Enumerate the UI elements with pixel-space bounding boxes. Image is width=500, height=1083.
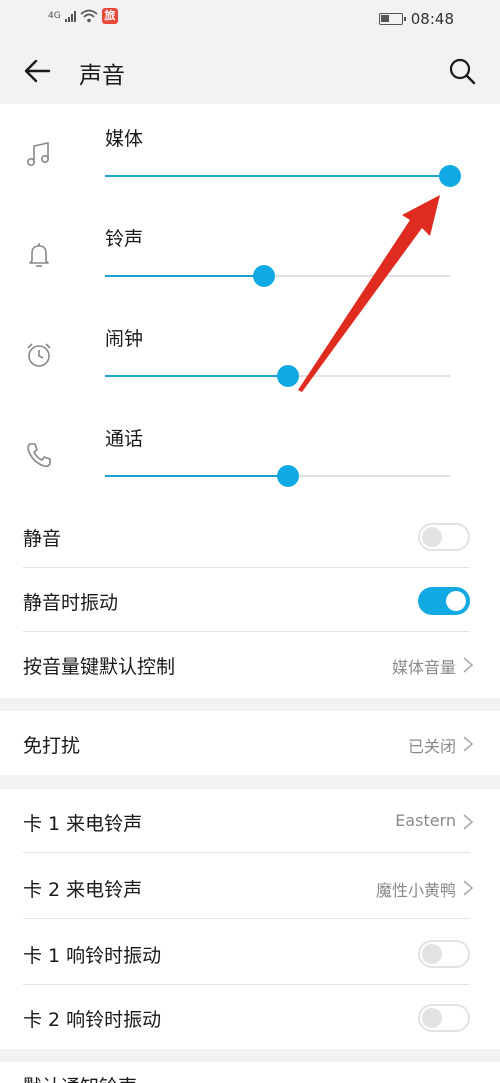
volume-key-label: 按音量键默认控制 (23, 656, 176, 678)
media-volume-slider[interactable] (105, 165, 461, 187)
volume-key-row[interactable]: 按音量键默认控制 媒体音量 (0, 632, 500, 696)
toggle-knob (422, 527, 442, 547)
clock: 08:48 (410, 10, 454, 28)
ringtone-volume-slider[interactable] (105, 265, 450, 287)
toggle-knob (422, 1008, 442, 1028)
alarm-clock-icon (27, 343, 51, 367)
media-volume-label: 媒体 (105, 128, 144, 150)
default-notification-label[interactable]: 默认通知铃声 (23, 1072, 137, 1083)
volume-key-value: 媒体音量 (391, 658, 456, 677)
sim2-ringtone-value: 魔性小黄鸭 (375, 881, 456, 900)
sim1-vibrate-row[interactable]: 卡 1 响铃时振动 (0, 921, 500, 985)
slider-thumb[interactable] (276, 465, 299, 487)
chevron-right-icon (463, 657, 474, 673)
call-volume-slider[interactable] (105, 465, 450, 487)
sim1-vibrate-toggle[interactable] (418, 940, 470, 968)
vibrate-on-mute-toggle[interactable] (418, 587, 470, 615)
slider-fill (105, 275, 264, 277)
slider-thumb[interactable] (252, 265, 275, 287)
sim2-ringtone-label: 卡 2 来电铃声 (23, 879, 143, 901)
divider (23, 918, 470, 919)
sim1-vibrate-label: 卡 1 响铃时振动 (23, 945, 162, 967)
vibrate-on-mute-label: 静音时振动 (23, 592, 119, 614)
phone-icon (27, 443, 51, 468)
network-type: 4G (48, 11, 61, 21)
music-note-icon (26, 142, 49, 166)
volume-row-alarm: 闹钟 (0, 324, 500, 424)
bell-icon (29, 243, 49, 267)
toggle-knob (422, 944, 442, 964)
status-left: 4G 旅 (48, 8, 118, 24)
divider (23, 852, 470, 853)
sim1-ringtone-value: Eastern (395, 811, 456, 830)
volume-row-media: 媒体 (0, 124, 500, 224)
slider-fill (105, 475, 288, 477)
chevron-right-icon (463, 736, 474, 752)
sim2-vibrate-toggle[interactable] (418, 1004, 470, 1032)
slider-fill (105, 175, 450, 177)
volume-card: 媒体 铃声 闹钟 通话 静音 静音时振动 按音量键默认控制 媒体音量 (0, 104, 500, 698)
dnd-row[interactable]: 免打扰 已关闭 (0, 711, 500, 775)
ringtone-card: 卡 1 来电铃声 Eastern 卡 2 来电铃声 魔性小黄鸭 卡 1 响铃时振… (0, 789, 500, 1049)
volume-row-ringtone: 铃声 (0, 224, 500, 324)
back-arrow-icon[interactable] (22, 56, 52, 86)
toggle-knob (446, 591, 466, 611)
alarm-volume-label: 闹钟 (105, 328, 144, 350)
sim2-ringtone-row[interactable]: 卡 2 来电铃声 魔性小黄鸭 (0, 855, 500, 919)
notification-card: 默认通知铃声 (0, 1062, 500, 1083)
dnd-value: 已关闭 (407, 737, 456, 756)
ringtone-volume-label: 铃声 (105, 228, 144, 250)
chevron-right-icon (463, 880, 474, 896)
battery-icon (378, 13, 406, 25)
sim2-vibrate-label: 卡 2 响铃时振动 (23, 1009, 162, 1031)
status-right: 08:48 (378, 10, 454, 28)
call-volume-label: 通话 (105, 428, 144, 450)
sim1-ringtone-row[interactable]: 卡 1 来电铃声 Eastern (0, 789, 500, 853)
dnd-card: 免打扰 已关闭 (0, 711, 500, 775)
page-title: 声音 (79, 63, 125, 89)
search-icon[interactable] (448, 57, 476, 85)
chevron-right-icon (463, 814, 474, 830)
mute-row[interactable]: 静音 (0, 504, 500, 568)
sim1-ringtone-label: 卡 1 来电铃声 (23, 813, 143, 835)
app-bar: 声音 (0, 38, 500, 104)
slider-thumb[interactable] (276, 365, 299, 387)
slider-thumb[interactable] (439, 165, 461, 187)
app-notification-icon: 旅 (101, 8, 118, 24)
mute-toggle[interactable] (418, 523, 470, 551)
status-bar: 4G 旅 08:48 (0, 0, 500, 38)
wifi-icon (80, 9, 98, 23)
dnd-label: 免打扰 (23, 735, 81, 757)
signal-icon (64, 10, 76, 22)
slider-fill (105, 375, 288, 377)
vibrate-on-mute-row[interactable]: 静音时振动 (0, 568, 500, 632)
alarm-volume-slider[interactable] (105, 365, 450, 387)
sim2-vibrate-row[interactable]: 卡 2 响铃时振动 (0, 985, 500, 1049)
mute-label: 静音 (23, 528, 62, 550)
